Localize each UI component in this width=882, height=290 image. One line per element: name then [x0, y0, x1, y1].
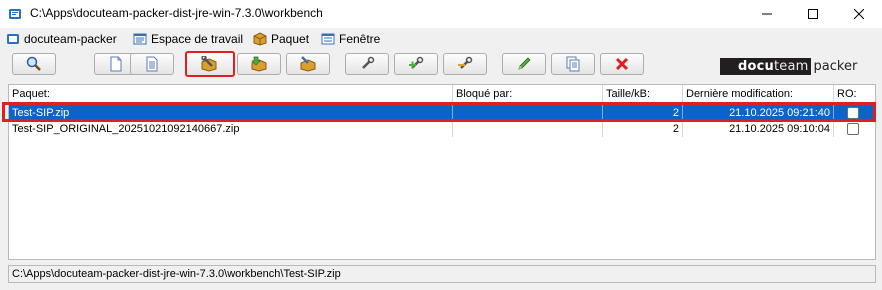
cell-readonly: [834, 121, 875, 137]
cell-readonly: [834, 105, 875, 121]
view-document-button[interactable]: [130, 53, 174, 75]
delete-button[interactable]: [600, 53, 644, 75]
readonly-checkbox[interactable]: [847, 123, 859, 135]
cell-locked-by: [453, 121, 603, 137]
red-x-icon: [615, 57, 629, 71]
window-title: C:\Apps\docuteam-packer-dist-jre-win-7.3…: [30, 6, 323, 20]
maximize-button[interactable]: [790, 0, 836, 28]
search-button[interactable]: [12, 53, 56, 75]
cell-modified: 21.10.2025 09:21:40: [683, 105, 834, 121]
menu-label: Fenêtre: [339, 32, 381, 46]
edit-button[interactable]: [502, 53, 546, 75]
minimize-button[interactable]: [744, 0, 790, 28]
wrench-minus-icon: [458, 56, 473, 69]
document-lines-icon: [146, 56, 158, 72]
column-header-derniere-modification[interactable]: Dernière modification:: [683, 85, 834, 103]
cell-size: 2: [603, 105, 683, 121]
cell-package-name: Test-SIP.zip: [9, 105, 453, 121]
menu-bar: docuteam-packer Espace de travail Paquet: [0, 28, 882, 50]
column-header-bloque-par[interactable]: Bloqué par:: [453, 85, 603, 103]
window-icon: [321, 33, 335, 45]
logo-light-part: packer: [813, 59, 858, 74]
maximize-icon: [808, 9, 818, 19]
minimize-icon: [762, 13, 772, 15]
copy-button[interactable]: [551, 53, 595, 75]
cell-modified: 21.10.2025 09:10:04: [683, 121, 834, 137]
column-header-taille[interactable]: Taille/kB:: [603, 85, 683, 103]
menu-docuteam-packer[interactable]: docuteam-packer: [6, 30, 117, 48]
pencil-icon: [518, 57, 531, 70]
wrench-icon: [362, 56, 375, 69]
docuteam-logo: docuteam packer: [720, 58, 857, 75]
package-wrench-icon: [201, 56, 217, 72]
blank-document-icon: [110, 56, 122, 72]
table-row[interactable]: Test-SIP.zip 2 21.10.2025 09:21:40: [9, 105, 875, 121]
open-package-button[interactable]: [185, 51, 235, 77]
tool-add-button[interactable]: [394, 53, 438, 75]
title-bar: C:\Apps\docuteam-packer-dist-jre-win-7.3…: [0, 0, 882, 28]
table-header: Paquet: Bloqué par: Taille/kB: Dernière …: [9, 85, 875, 103]
app-icon: [7, 34, 19, 44]
menu-paquet[interactable]: Paquet: [253, 30, 309, 48]
close-window-button[interactable]: [836, 0, 882, 28]
menu-label: docuteam-packer: [24, 32, 117, 46]
close-icon: [854, 9, 864, 19]
menu-espace-de-travail[interactable]: Espace de travail: [133, 30, 243, 48]
readonly-checkbox[interactable]: [847, 107, 859, 119]
package-down-icon: [251, 56, 267, 72]
menu-fenetre[interactable]: Fenêtre: [321, 30, 380, 48]
package-table: Paquet: Bloqué par: Taille/kB: Dernière …: [8, 84, 876, 260]
column-header-ro[interactable]: RO:: [834, 85, 875, 103]
menu-label: Espace de travail: [151, 32, 244, 46]
status-bar-path: C:\Apps\docuteam-packer-dist-jre-win-7.3…: [8, 265, 876, 283]
cell-size: 2: [603, 121, 683, 137]
copy-documents-icon: [566, 56, 580, 72]
cell-locked-by: [453, 105, 603, 121]
cell-package-name: Test-SIP_ORIGINAL_20251021092140667.zip: [9, 121, 453, 137]
tool-button[interactable]: [345, 53, 389, 75]
menu-label: Paquet: [271, 32, 310, 46]
package-edit-icon: [300, 56, 316, 72]
tool-remove-button[interactable]: [443, 53, 487, 75]
logo-dark-part: docuteam: [720, 58, 811, 75]
column-header-paquet[interactable]: Paquet:: [9, 85, 453, 103]
package-download-button[interactable]: [237, 53, 281, 75]
package-icon: [253, 32, 267, 46]
table-row[interactable]: Test-SIP_ORIGINAL_20251021092140667.zip …: [9, 121, 875, 137]
package-edit-button[interactable]: [286, 53, 330, 75]
magnifier-icon: [26, 56, 41, 71]
app-icon: [9, 9, 21, 19]
workspace-icon: [133, 33, 147, 45]
app-window: C:\Apps\docuteam-packer-dist-jre-win-7.3…: [0, 0, 882, 290]
wrench-plus-icon: [409, 56, 424, 69]
toolbar: docuteam packer: [0, 50, 882, 80]
